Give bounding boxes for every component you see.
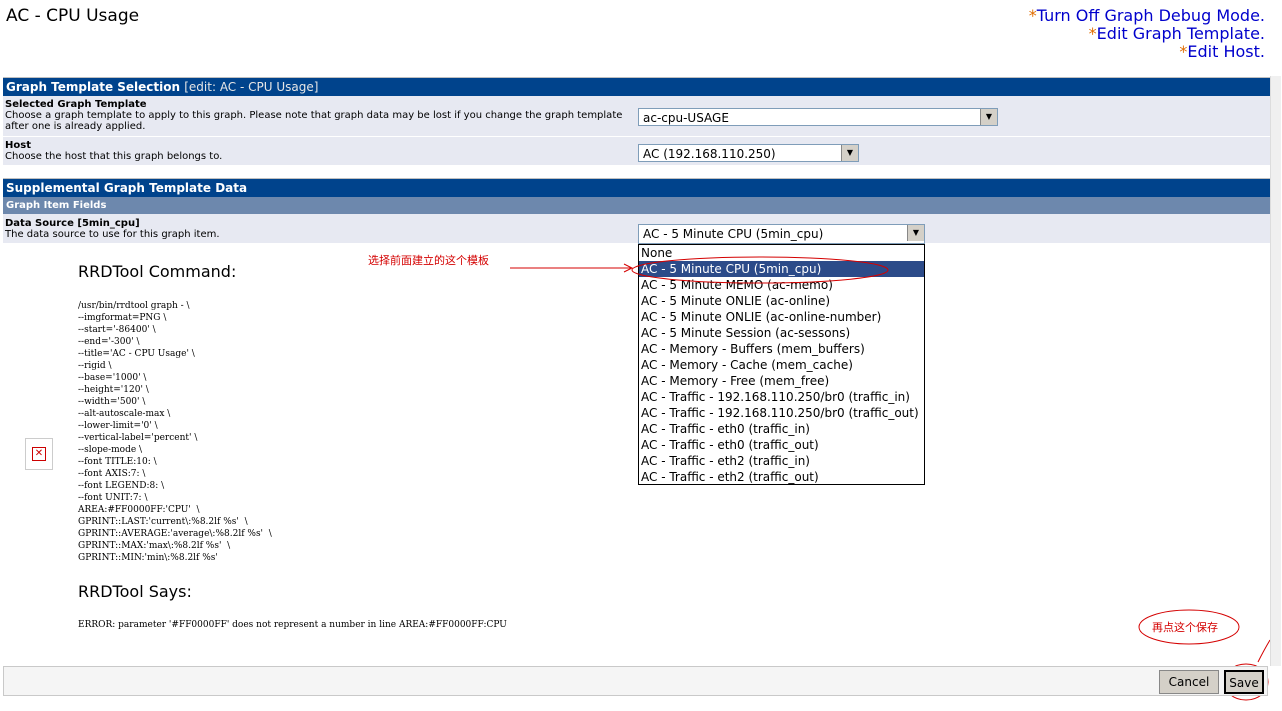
- host-select-value: AC (192.168.110.250): [643, 147, 776, 161]
- edit-host-link[interactable]: Edit Host.: [1187, 42, 1265, 61]
- annotation-arrowhead: [623, 263, 634, 273]
- graph-template-select[interactable]: ac-cpu-USAGE ▼: [638, 108, 998, 126]
- datasource-option[interactable]: AC - 5 Minute MEMO (ac-memo): [639, 277, 924, 293]
- edit-graph-template-link[interactable]: Edit Graph Template.: [1097, 24, 1265, 43]
- section-title: Graph Template Selection: [6, 80, 181, 94]
- host-field-row: Host Choose the host that this graph bel…: [3, 137, 1270, 166]
- datasource-option[interactable]: AC - Memory - Cache (mem_cache): [639, 357, 924, 373]
- page-title: AC - CPU Usage: [6, 6, 140, 26]
- save-button[interactable]: Save: [1224, 670, 1264, 694]
- template-field-row: Selected Graph Template Choose a graph t…: [3, 96, 1270, 137]
- rrd-command-title: RRDTool Command:: [78, 262, 237, 281]
- chevron-down-icon[interactable]: ▼: [841, 145, 858, 161]
- turn-off-debug-link[interactable]: Turn Off Graph Debug Mode.: [1037, 6, 1265, 25]
- link-star: *: [1088, 24, 1097, 43]
- datasource-select-value: AC - 5 Minute CPU (5min_cpu): [643, 227, 824, 241]
- section-header-supplemental: Supplemental Graph Template Data: [3, 178, 1270, 197]
- graph-item-fields-header: Graph Item Fields: [3, 197, 1270, 214]
- datasource-option[interactable]: AC - Traffic - 192.168.110.250/br0 (traf…: [639, 405, 924, 421]
- datasource-field-label: Data Source [5min_cpu] The data source t…: [5, 218, 625, 240]
- save-annotation-text: 再点这个保存: [1152, 621, 1218, 634]
- template-field-label: Selected Graph Template Choose a graph t…: [5, 99, 625, 132]
- section-edit-note: [edit: AC - CPU Usage]: [184, 80, 319, 94]
- datasource-option[interactable]: AC - Memory - Buffers (mem_buffers): [639, 341, 924, 357]
- graph-template-select-value: ac-cpu-USAGE: [643, 111, 729, 125]
- template-field-description: Choose a graph template to apply to this…: [5, 110, 623, 132]
- host-field-label: Host Choose the host that this graph bel…: [5, 140, 625, 162]
- host-select[interactable]: AC (192.168.110.250) ▼: [638, 144, 859, 162]
- section-header-template-selection: Graph Template Selection [edit: AC - CPU…: [3, 77, 1270, 96]
- datasource-field-title: Data Source [5min_cpu]: [5, 218, 140, 229]
- broken-image-icon: ✕: [32, 447, 46, 461]
- main-form: Graph Template Selection [edit: AC - CPU…: [3, 77, 1270, 244]
- datasource-option[interactable]: AC - Traffic - 192.168.110.250/br0 (traf…: [639, 389, 924, 405]
- host-field-description: Choose the host that this graph belongs …: [5, 151, 223, 162]
- page-scrollbar[interactable]: [1270, 76, 1281, 666]
- cancel-button[interactable]: Cancel: [1159, 670, 1219, 694]
- save-note-arrow: [1257, 639, 1271, 663]
- link-star: *: [1028, 6, 1037, 25]
- rrd-command-text: /usr/bin/rrdtool graph - \ --imgformat=P…: [78, 301, 272, 563]
- datasource-option[interactable]: AC - 5 Minute CPU (5min_cpu): [639, 261, 924, 277]
- top-links: *Turn Off Graph Debug Mode. *Edit Graph …: [1029, 7, 1265, 61]
- rrd-error-text: ERROR: parameter '#FF0000FF' does not re…: [78, 620, 507, 630]
- datasource-field-description: The data source to use for this graph it…: [5, 229, 220, 240]
- datasource-option[interactable]: AC - Traffic - eth0 (traffic_out): [639, 437, 924, 453]
- datasource-option[interactable]: AC - Traffic - eth2 (traffic_out): [639, 469, 924, 485]
- bottom-action-bar: [3, 666, 1268, 696]
- datasource-option[interactable]: AC - 5 Minute ONLIE (ac-online): [639, 293, 924, 309]
- select-annotation-text: 选择前面建立的这个模板: [368, 254, 489, 267]
- chevron-down-icon[interactable]: ▼: [907, 225, 924, 241]
- datasource-option[interactable]: AC - 5 Minute Session (ac-sessons): [639, 325, 924, 341]
- template-field-title: Selected Graph Template: [5, 99, 147, 110]
- datasource-option[interactable]: AC - Traffic - eth0 (traffic_in): [639, 421, 924, 437]
- datasource-option[interactable]: AC - Memory - Free (mem_free): [639, 373, 924, 389]
- datasource-option[interactable]: AC - 5 Minute ONLIE (ac-online-number): [639, 309, 924, 325]
- broken-graph-image: ✕: [25, 438, 53, 470]
- datasource-field-row: Data Source [5min_cpu] The data source t…: [3, 214, 1270, 244]
- host-field-title: Host: [5, 140, 31, 151]
- rrd-says-title: RRDTool Says:: [78, 582, 192, 601]
- datasource-dropdown-list[interactable]: None AC - 5 Minute CPU (5min_cpu) AC - 5 M…: [638, 244, 925, 485]
- chevron-down-icon[interactable]: ▼: [980, 109, 997, 125]
- datasource-option[interactable]: None: [639, 245, 924, 261]
- datasource-select[interactable]: AC - 5 Minute CPU (5min_cpu) ▼: [638, 224, 925, 244]
- datasource-option[interactable]: AC - Traffic - eth2 (traffic_in): [639, 453, 924, 469]
